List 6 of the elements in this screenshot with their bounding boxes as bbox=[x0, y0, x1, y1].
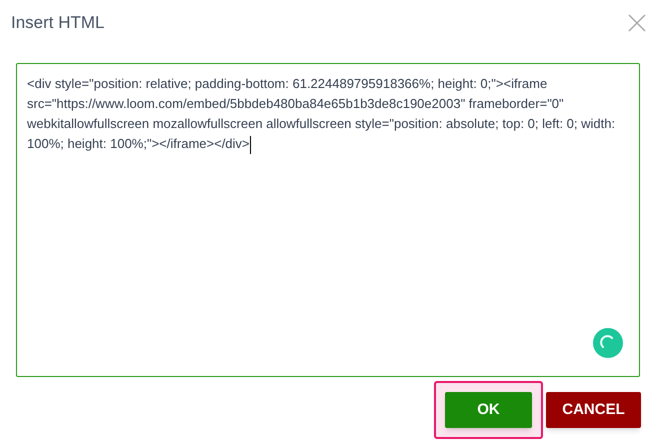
ok-button[interactable]: OK bbox=[445, 392, 532, 428]
close-icon[interactable] bbox=[628, 14, 646, 32]
html-code-field[interactable]: <div style="position: relative; padding-bottom: 61.224489795918366%; height: 0;"><iframe src="https://www.loom.com/embed/5bbdeb480ba84e65b1b3de8c190e2003" frameborder="0" webkitallowfullscreen mozallowfullscreen allowfullscreen style="position: absolute; top: 0; left: 0; width: 100%; height: 100%;"></iframe></div> bbox=[16, 63, 640, 377]
loading-spinner-icon bbox=[593, 328, 623, 358]
dialog-title: Insert HTML bbox=[11, 12, 105, 34]
cancel-button[interactable]: CANCEL bbox=[546, 392, 641, 428]
